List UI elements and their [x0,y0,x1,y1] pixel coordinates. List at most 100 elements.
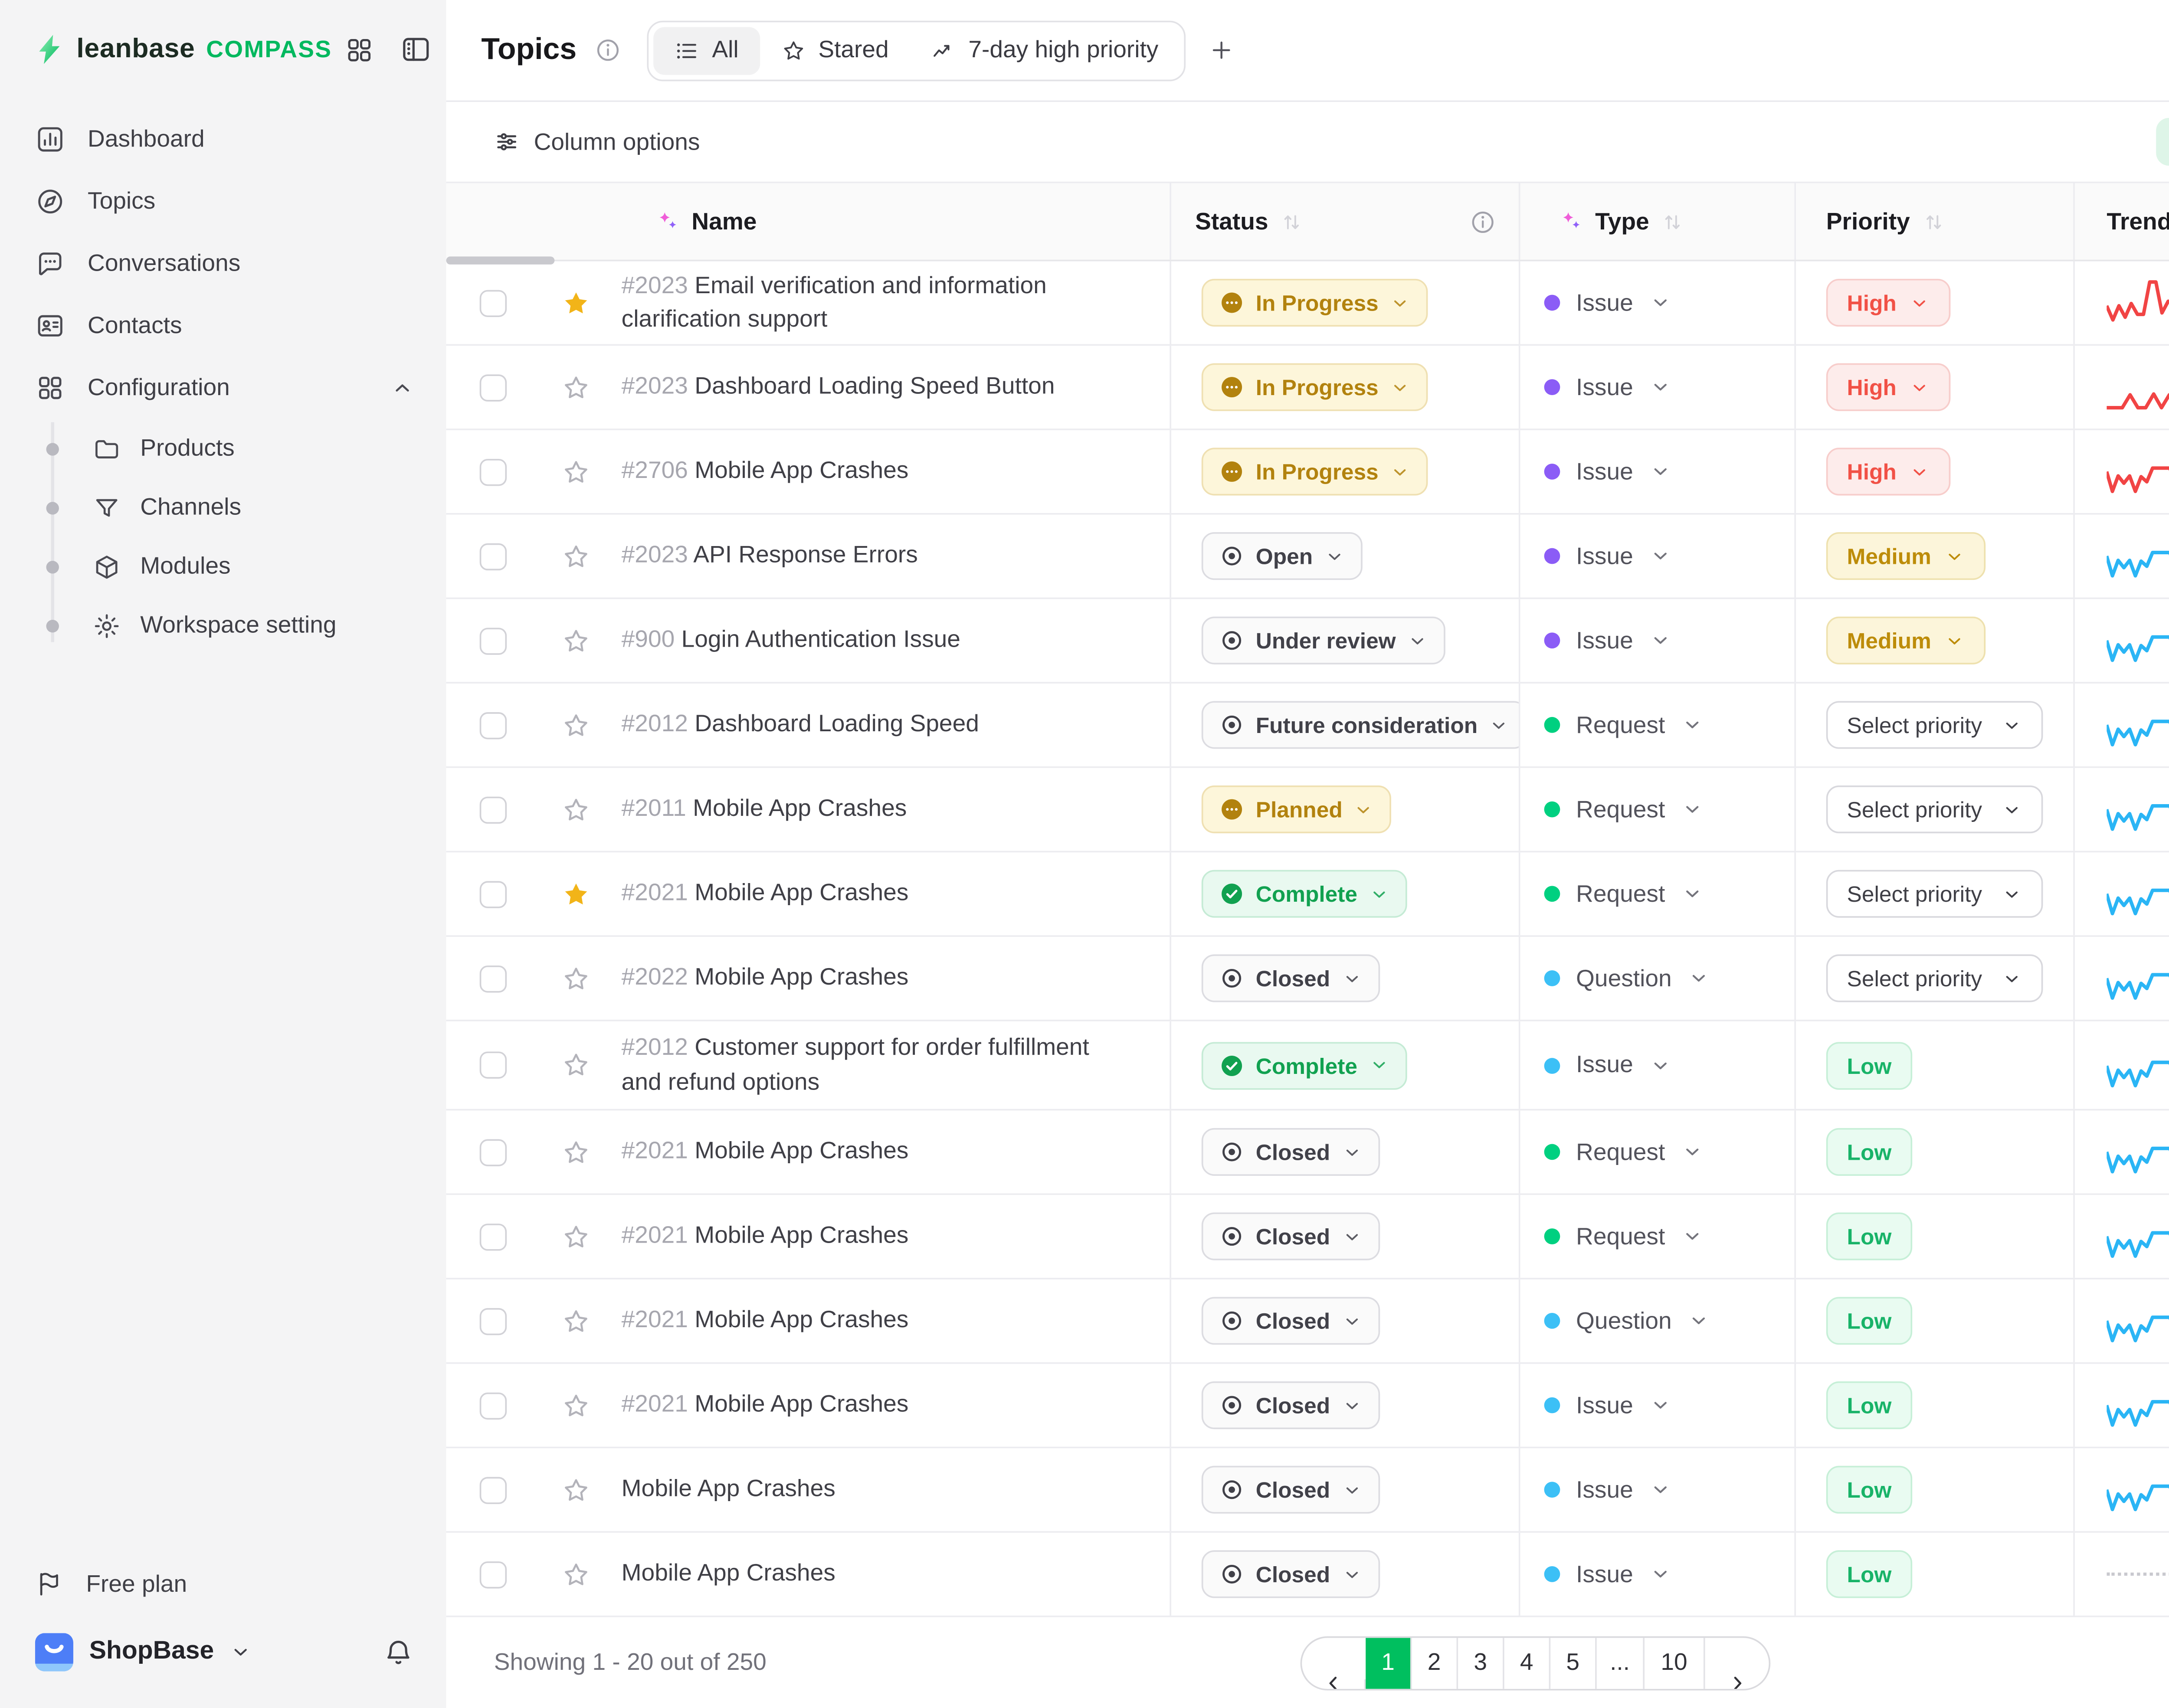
table-row[interactable]: #2012 Dashboard Loading SpeedFuture cons… [446,684,2169,768]
priority-dropdown[interactable]: High [1826,279,1951,327]
free-plan-item[interactable]: Free plan [35,1552,414,1616]
priority-dropdown[interactable]: Select priority [1826,954,2043,1002]
header-type[interactable]: Type [1520,183,1796,259]
status-dropdown[interactable]: Complete [1202,870,1407,918]
star-icon[interactable] [561,794,591,825]
star-icon[interactable] [561,710,591,740]
row-checkbox[interactable] [480,1476,507,1503]
row-checkbox[interactable] [480,965,507,991]
status-dropdown[interactable]: Closed [1202,1381,1379,1429]
view-tab-stared[interactable]: Stared [759,26,909,74]
table-row[interactable]: #2021 Mobile App CrashesClosedRequestLow… [446,1195,2169,1279]
table-row[interactable]: Mobile App CrashesClosedIssueLow--M [446,1533,2169,1617]
priority-dropdown[interactable]: Medium [1826,532,1986,580]
sort-arrows-icon[interactable] [1921,209,1945,233]
status-dropdown[interactable]: Closed [1202,1550,1379,1598]
prev-page-button[interactable] [1302,1679,1366,1688]
row-checkbox[interactable] [480,711,507,738]
sidebar-subitem-channels[interactable]: Channels [0,478,446,537]
sidebar-item-topics[interactable]: Topics [0,170,446,232]
sidebar-item-dashboard[interactable]: Dashboard [0,108,446,170]
header-priority[interactable]: Priority [1796,183,2075,259]
table-row[interactable]: #2021 Mobile App CrashesClosedQuestionLo… [446,1279,2169,1364]
star-icon[interactable] [561,963,591,994]
status-dropdown[interactable]: Planned [1202,785,1392,833]
status-dropdown[interactable]: In Progress [1202,279,1428,327]
type-cell[interactable]: Issue [1520,1364,1796,1446]
star-icon[interactable] [561,288,591,318]
priority-dropdown[interactable]: Low [1826,1381,1912,1429]
row-checkbox[interactable] [480,880,507,907]
type-cell[interactable]: Issue [1520,515,1796,598]
type-cell[interactable]: Request [1520,684,1796,766]
star-icon[interactable] [561,1475,591,1505]
table-row[interactable]: #2021 Mobile App CrashesCompleteRequestS… [446,852,2169,937]
row-checkbox[interactable] [480,1307,507,1334]
view-tab-all[interactable]: All [653,26,759,74]
status-dropdown[interactable]: In Progress [1202,363,1428,411]
priority-dropdown[interactable]: Select priority [1826,870,2043,918]
sidebar-item-conversations[interactable]: Conversations [0,232,446,294]
row-checkbox[interactable] [480,1561,507,1587]
status-dropdown[interactable]: Closed [1202,954,1379,1002]
sort-arrows-icon[interactable] [1660,209,1684,233]
status-dropdown[interactable]: Closed [1202,1297,1379,1345]
page-ellipsis[interactable]: ... [1597,1637,1645,1688]
page-button-10[interactable]: 10 [1645,1637,1705,1688]
type-cell[interactable]: Issue [1520,599,1796,682]
app-launcher-icon[interactable] [345,34,375,65]
row-checkbox[interactable] [480,627,507,654]
status-dropdown[interactable]: In Progress [1202,448,1428,495]
type-cell[interactable]: Question [1520,1279,1796,1362]
star-icon[interactable] [561,879,591,909]
row-checkbox[interactable] [480,543,507,569]
star-icon[interactable] [561,1559,591,1589]
table-row[interactable]: #2011 Mobile App CrashesPlannedRequestSe… [446,768,2169,853]
filter-pill[interactable]: Filter: 2 [2156,118,2169,166]
column-options-button[interactable]: Column options [494,128,700,155]
table-row[interactable]: #2023 Dashboard Loading Speed ButtonIn P… [446,346,2169,430]
star-icon[interactable] [561,456,591,487]
add-view-button[interactable] [1208,36,1235,63]
page-button-3[interactable]: 3 [1458,1637,1504,1688]
star-icon[interactable] [561,1050,591,1080]
header-name[interactable]: Name [603,183,1171,259]
sidebar-subitem-modules[interactable]: Modules [0,537,446,596]
row-checkbox[interactable] [480,1139,507,1165]
row-checkbox[interactable] [480,1051,507,1078]
sidebar-subitem-workspace-setting[interactable]: Workspace setting [0,596,446,655]
type-cell[interactable]: Issue [1520,346,1796,429]
table-row[interactable]: #2022 Mobile App CrashesClosedQuestionSe… [446,937,2169,1021]
priority-dropdown[interactable]: Select priority [1826,701,2043,749]
priority-dropdown[interactable]: Low [1826,1550,1912,1598]
status-dropdown[interactable]: Closed [1202,1128,1379,1176]
table-row[interactable]: #2012 Customer support for order fulfill… [446,1021,2169,1111]
status-dropdown[interactable]: Closed [1202,1466,1379,1514]
table-row[interactable]: #2023 API Response ErrorsOpenIssueMedium… [446,515,2169,599]
type-cell[interactable]: Request [1520,1195,1796,1278]
sort-arrows-icon[interactable] [1279,209,1303,233]
star-icon[interactable] [561,541,591,571]
table-row[interactable]: #900 Login Authentication IssueUnder rev… [446,599,2169,684]
horizontal-scrollbar[interactable] [446,256,555,264]
type-cell[interactable]: Issue [1520,1448,1796,1531]
priority-dropdown[interactable]: Low [1826,1041,1912,1089]
workspace-switcher[interactable]: ShopBase [35,1616,414,1689]
page-button-4[interactable]: 4 [1504,1637,1551,1688]
row-checkbox[interactable] [480,1392,507,1419]
table-row[interactable]: #2023 Email verification and information… [446,261,2169,346]
star-icon[interactable] [561,1137,591,1167]
star-icon[interactable] [561,1221,591,1252]
priority-dropdown[interactable]: Select priority [1826,785,2043,833]
star-icon[interactable] [561,1306,591,1336]
status-dropdown[interactable]: Complete [1202,1041,1407,1089]
page-button-1[interactable]: 1 [1366,1637,1412,1688]
sidebar-toggle-icon[interactable] [400,33,432,65]
table-row[interactable]: #2021 Mobile App CrashesClosedIssueLow70… [446,1364,2169,1448]
status-dropdown[interactable]: Open [1202,532,1362,580]
sidebar-item-configuration[interactable]: Configuration [0,357,446,419]
sidebar-item-contacts[interactable]: Contacts [0,295,446,357]
sidebar-subitem-products[interactable]: Products [0,419,446,478]
table-row[interactable]: #2706 Mobile App CrashesIn ProgressIssue… [446,430,2169,515]
page-button-2[interactable]: 2 [1412,1637,1458,1688]
